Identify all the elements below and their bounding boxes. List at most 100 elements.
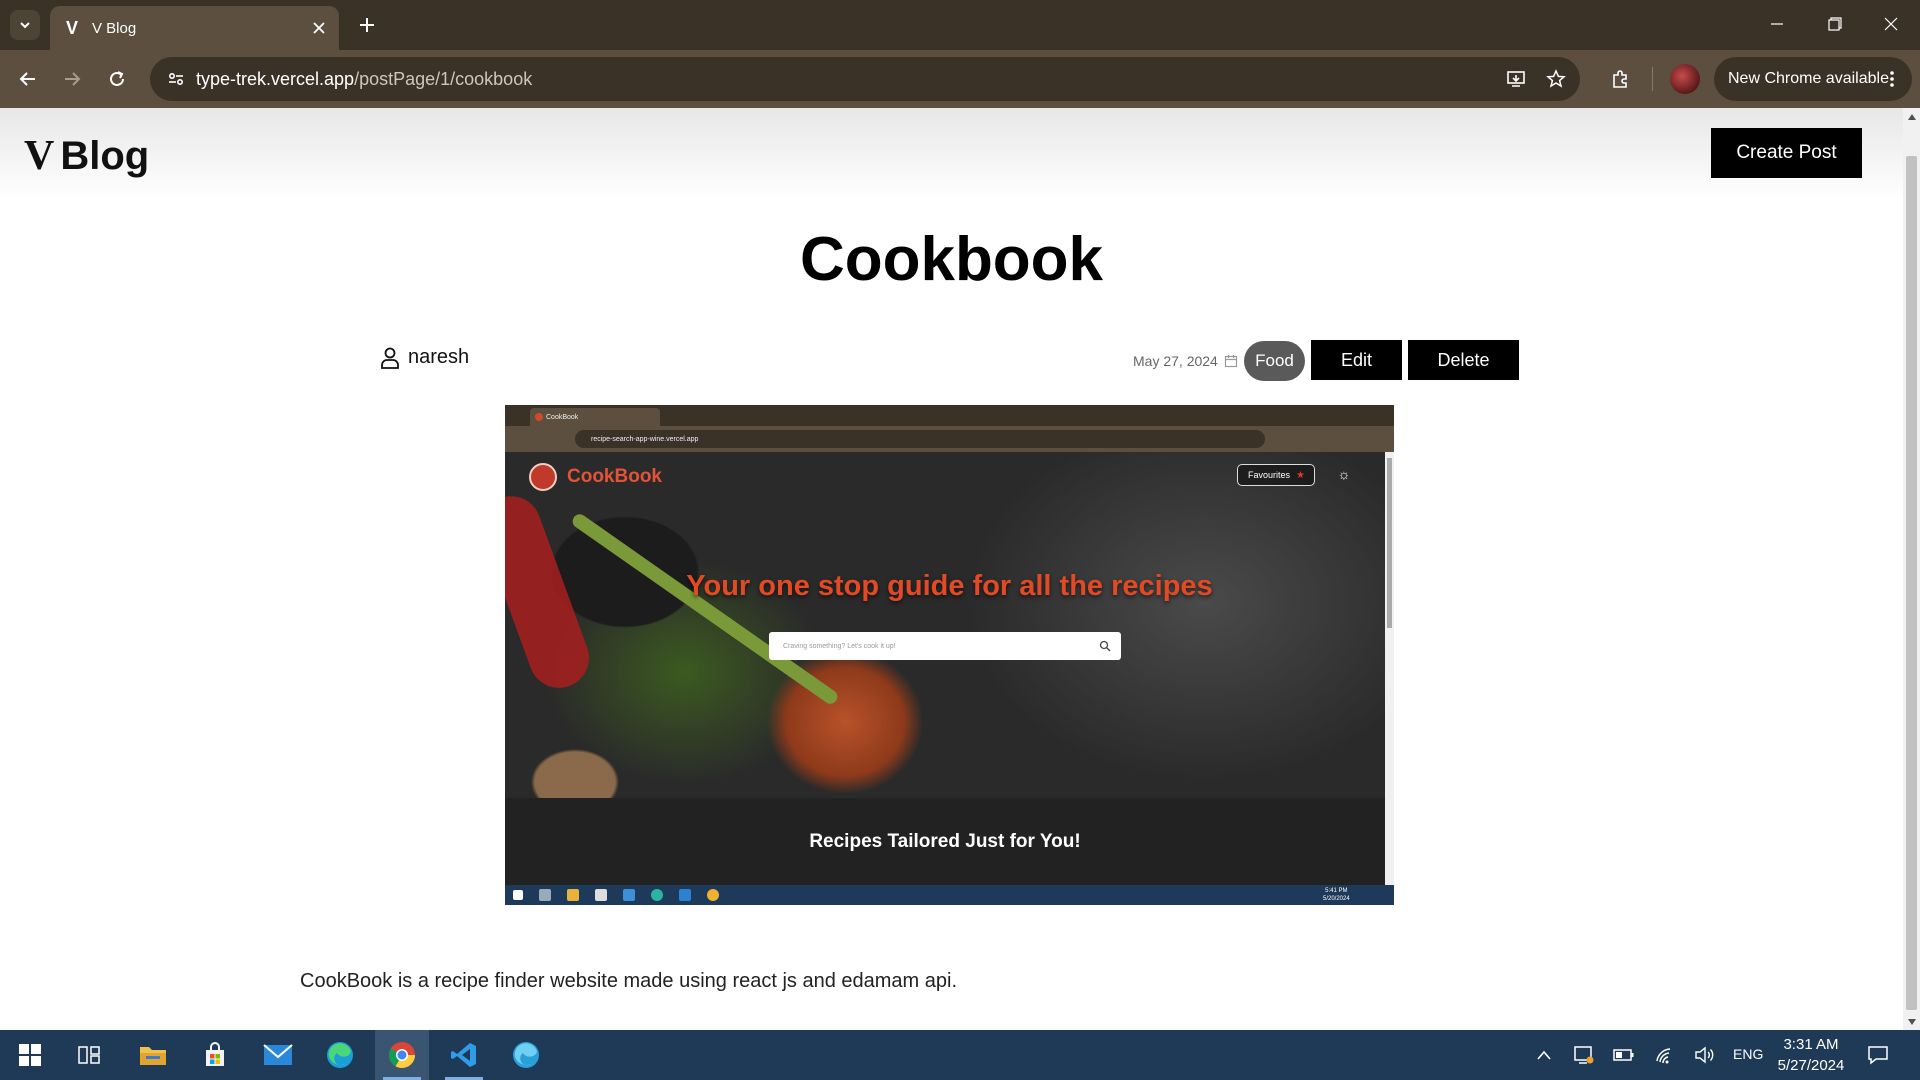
taskbar-clock[interactable]: 3:31 AM 5/27/2024	[1770, 1034, 1852, 1076]
delete-button[interactable]: Delete	[1408, 340, 1519, 380]
profile-avatar[interactable]	[1670, 64, 1700, 94]
microsoft-store-icon	[206, 1042, 224, 1066]
shot-tab: CookBook	[530, 408, 660, 426]
browser-toolbar: type-trek.vercel.app/postPage/1/cookbook…	[0, 50, 1920, 108]
shot-star-icon: ★	[1296, 469, 1305, 481]
task-view-button[interactable]	[62, 1030, 116, 1080]
shot-favourites-label: Favourites	[1248, 470, 1291, 480]
create-post-button[interactable]: Create Post	[1711, 128, 1862, 178]
tray-network-button[interactable]	[1654, 1043, 1678, 1067]
security-icon	[1574, 1046, 1594, 1064]
scroll-up-button[interactable]	[1903, 108, 1920, 125]
chrome-menu-button[interactable]	[1882, 67, 1902, 91]
clock-time: 3:31 AM	[1783, 1036, 1839, 1053]
taskbar-vscode[interactable]	[437, 1030, 491, 1080]
kebab-icon	[1890, 71, 1894, 87]
address-bar[interactable]: type-trek.vercel.app/postPage/1/cookbook	[150, 57, 1580, 101]
page-scrollbar[interactable]	[1903, 108, 1920, 1030]
category-badge[interactable]: Food	[1244, 341, 1305, 381]
windows-start-icon	[19, 1044, 41, 1066]
logo-text: Blog	[60, 134, 150, 178]
restore-button[interactable]	[1806, 0, 1864, 48]
tab-close-button[interactable]	[305, 14, 333, 42]
extensions-icon	[1613, 70, 1627, 88]
shot-windows-start-icon	[513, 890, 523, 900]
shot-search-input: Craving something? Let's cook it up!	[769, 632, 1121, 660]
taskbar-edge[interactable]	[313, 1030, 367, 1080]
shot-clock: 5:41 PM 5/20/2024	[1323, 887, 1350, 903]
close-icon	[313, 22, 325, 34]
star-icon	[1546, 69, 1566, 88]
update-chrome-button[interactable]: New Chrome available	[1714, 57, 1912, 101]
edit-button[interactable]: Edit	[1311, 340, 1402, 380]
shot-recipes-section: Recipes Tailored Just for You!	[505, 798, 1385, 885]
install-app-button[interactable]	[1500, 63, 1532, 95]
shot-vscode-icon	[679, 889, 691, 901]
shot-browser-tabstrip: CookBook	[505, 405, 1394, 426]
shot-sun-icon: ☼	[1337, 466, 1351, 482]
tray-security-button[interactable]	[1572, 1043, 1596, 1067]
forward-button[interactable]	[56, 63, 88, 95]
tray-volume-button[interactable]	[1693, 1043, 1717, 1067]
restore-icon	[1828, 17, 1842, 31]
site-info-button[interactable]	[160, 63, 192, 95]
shot-brand: CookBook	[567, 466, 662, 487]
back-icon	[19, 72, 35, 86]
author-name: naresh	[408, 346, 470, 368]
minimize-icon	[1771, 23, 1783, 25]
shot-clock-time: 5:41 PM	[1325, 888, 1348, 894]
install-icon	[1507, 71, 1525, 87]
post-title: Cookbook	[799, 225, 1104, 294]
shot-edge-icon	[651, 889, 663, 901]
shot-taskbar: 5:41 PM 5/20/2024	[505, 885, 1394, 905]
post-body: CookBook is a recipe finder website made…	[300, 970, 958, 992]
tray-battery-button[interactable]	[1612, 1043, 1636, 1067]
scroll-down-button[interactable]	[1903, 1013, 1920, 1030]
minimize-button[interactable]	[1748, 0, 1806, 48]
taskbar-file-explorer[interactable]	[126, 1030, 180, 1080]
forward-icon	[65, 72, 81, 86]
site-logo[interactable]: V Blog	[24, 132, 149, 180]
tab-v-blog[interactable]: V V Blog	[50, 6, 339, 50]
post-date: May 27, 2024	[1133, 353, 1238, 369]
tab-title: V Blog	[92, 19, 137, 37]
notifications-button[interactable]	[1866, 1043, 1890, 1067]
taskbar-chrome[interactable]	[375, 1030, 429, 1080]
shot-address-bar: recipe-search-app-wine.vercel.app	[575, 430, 1265, 448]
taskbar-mail[interactable]	[251, 1030, 305, 1080]
taskbar-microsoft-store[interactable]	[188, 1030, 242, 1080]
shot-hero-banner: CookBook Favourites ★ ☼ Your one stop gu…	[505, 452, 1385, 798]
chrome-icon	[388, 1042, 415, 1068]
shot-search-placeholder: Craving something? Let's cook it up!	[783, 642, 896, 650]
scrollbar-thumb[interactable]	[1906, 156, 1917, 1010]
extensions-button[interactable]	[1604, 63, 1636, 95]
new-tab-button[interactable]	[352, 10, 382, 40]
site-info-icon	[168, 72, 184, 86]
show-hidden-icons-button[interactable]	[1532, 1043, 1556, 1067]
close-window-button[interactable]	[1862, 0, 1920, 48]
calendar-icon	[1224, 355, 1237, 368]
start-button[interactable]	[3, 1030, 57, 1080]
notification-icon	[1868, 1046, 1888, 1065]
shot-mail-icon	[623, 889, 635, 901]
taskbar-edge-beta[interactable]	[499, 1030, 553, 1080]
v-blog-favicon-icon: V	[65, 17, 78, 38]
clock-date: 5/27/2024	[1777, 1057, 1845, 1074]
user-icon	[381, 347, 399, 369]
input-language[interactable]: ENG	[1733, 1046, 1763, 1062]
shot-clock-date: 5/20/2024	[1323, 896, 1350, 902]
page-viewport: V Blog Create Post Cookbook naresh May 2…	[0, 108, 1903, 1030]
bookmark-button[interactable]	[1540, 63, 1572, 95]
url-path: /postPage/1/cookbook	[354, 69, 533, 89]
volume-icon	[1695, 1046, 1714, 1064]
post-date-text: May 27, 2024	[1133, 353, 1218, 369]
battery-icon	[1613, 1049, 1634, 1061]
back-button[interactable]	[12, 63, 44, 95]
url-host: type-trek.vercel.app	[196, 69, 355, 89]
shot-scrollbar-thumb	[1387, 458, 1392, 628]
shot-task-view-icon	[539, 889, 551, 901]
tab-search-button[interactable]	[10, 10, 40, 40]
reload-button[interactable]	[101, 63, 133, 95]
vscode-icon	[451, 1043, 476, 1067]
logo-mark: V	[24, 133, 54, 179]
